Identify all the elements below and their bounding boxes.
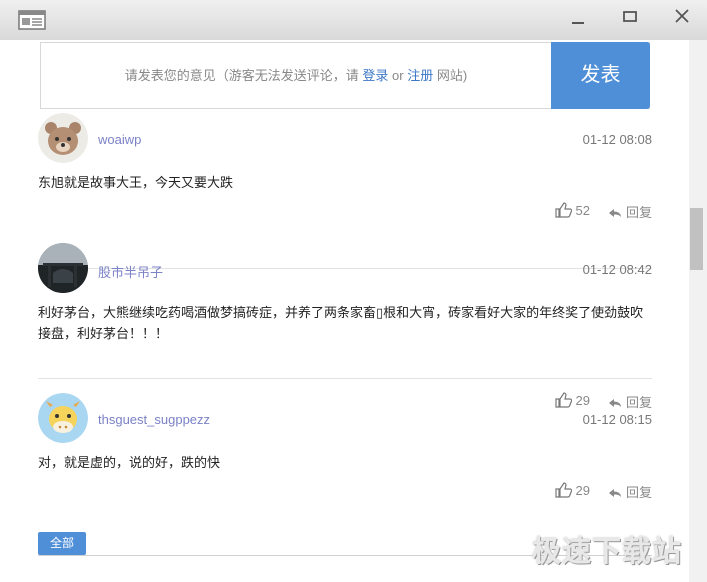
watermark: 极速下载站 (532, 536, 683, 568)
minimize-icon[interactable] (564, 8, 592, 28)
reply-label: 回复 (625, 485, 652, 500)
comment-item: 股市半吊子 01-12 08:42 利好茅台，大熊继续吃药喝酒做梦搞砖症，并养了… (38, 243, 652, 410)
like-count: 52 (575, 202, 590, 218)
like-button[interactable]: 52 (554, 202, 590, 218)
comment-username[interactable]: woaiwp (98, 132, 141, 147)
comment-time: 01-12 08:08 (582, 132, 652, 147)
comment-item: woaiwp 01-12 08:08 东旭就是故事大王，今天又要大跌 52 回复 (38, 113, 652, 269)
newspaper-icon (18, 10, 46, 35)
reply-icon (608, 488, 621, 497)
login-link[interactable]: 登录 (362, 68, 388, 83)
comment-text: 利好茅台，大熊继续吃药喝酒做梦搞砖症，并养了两条家畜▯根和大宵，砖家看好大家的年… (38, 305, 644, 341)
reply-button[interactable]: 回复 (608, 482, 652, 501)
comment-text: 对，就是虚的，说的好，跌的快 (38, 455, 221, 470)
comment-item: thsguest_sugppezz 01-12 08:15 对，就是虚的，说的好… (38, 393, 652, 509)
placeholder-text: 请发表您的意见（游客无法发送评论，请 (124, 68, 359, 83)
register-link[interactable]: 注册 (407, 68, 433, 83)
submit-button[interactable]: 发表 (551, 42, 650, 109)
comment-input[interactable]: 请发表您的意见（游客无法发送评论，请 登录 or 注册 网站) 发表 (40, 42, 650, 109)
scrollbar-thumb[interactable] (690, 208, 703, 270)
cow-avatar[interactable] (38, 393, 88, 443)
comment-username[interactable]: 股市半吊子 (98, 262, 163, 281)
comment-username[interactable]: thsguest_sugppezz (98, 412, 210, 427)
comment-time: 01-12 08:42 (582, 262, 652, 277)
comments-panel: 请发表您的意见（游客无法发送评论，请 登录 or 注册 网站) 发表 woaiw… (0, 40, 689, 582)
comment-placeholder[interactable]: 请发表您的意见（游客无法发送评论，请 登录 or 注册 网站) (41, 43, 551, 108)
comment-text: 东旭就是故事大王，今天又要大跌 (38, 175, 234, 190)
like-button[interactable]: 29 (554, 482, 590, 498)
title-bar (0, 0, 707, 40)
or-text: or (392, 68, 404, 83)
bear-avatar[interactable] (38, 113, 88, 163)
like-count: 29 (575, 482, 590, 498)
thumbs-up-icon (554, 482, 572, 498)
close-icon[interactable] (668, 8, 696, 28)
reply-button[interactable]: 回复 (608, 202, 652, 221)
comment-divider (38, 378, 652, 379)
placeholder-suffix: 网站) (436, 68, 468, 83)
maximize-icon[interactable] (616, 8, 644, 28)
reply-icon (608, 208, 621, 217)
thumbs-up-icon (554, 202, 572, 218)
comment-actions: 52 回复 (532, 202, 652, 222)
reply-label: 回复 (625, 205, 652, 220)
comment-actions: 29 回复 (532, 482, 652, 502)
scrollbar-track[interactable] (689, 40, 707, 582)
comment-time: 01-12 08:15 (582, 412, 652, 427)
photo-avatar[interactable] (38, 243, 88, 293)
tab-all[interactable]: 全部 (38, 532, 86, 555)
